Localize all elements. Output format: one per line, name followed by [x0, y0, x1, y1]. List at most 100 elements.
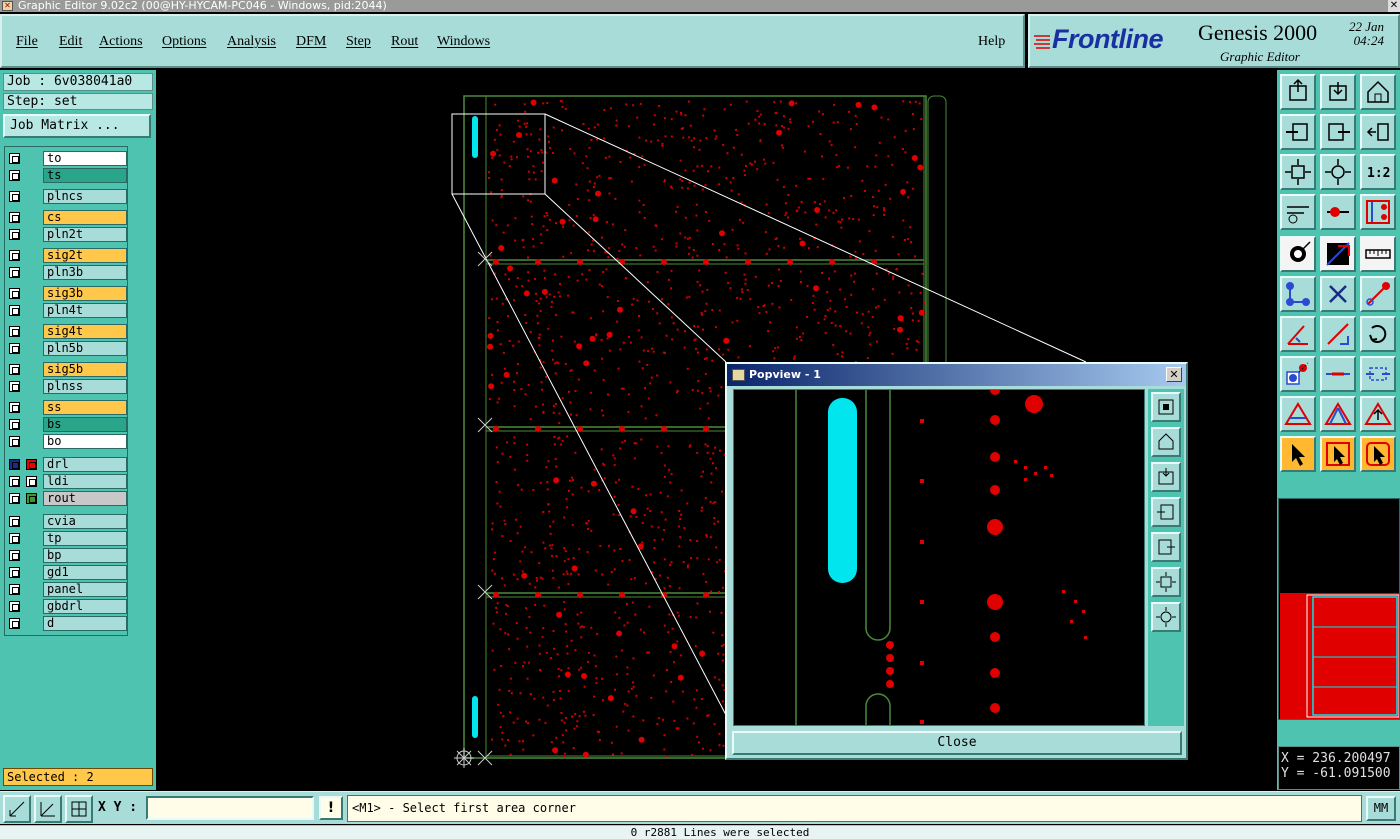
layer-name[interactable]: sig3b	[43, 286, 127, 301]
layer-visible-checkbox[interactable]	[9, 343, 20, 354]
zoom-right-icon[interactable]	[1320, 114, 1356, 150]
layer-visible-checkbox[interactable]	[9, 550, 20, 561]
angle-mode-icon[interactable]	[34, 795, 62, 823]
popview-close-icon[interactable]: ✕	[1166, 367, 1182, 382]
layer-visible-checkbox[interactable]	[9, 618, 20, 629]
dash-line-icon[interactable]	[1320, 356, 1356, 392]
layer-row-bp[interactable]: bp	[5, 548, 129, 563]
layer-visible-checkbox[interactable]	[9, 533, 20, 544]
layer-row-pln2t[interactable]: pln2t	[5, 227, 129, 242]
layer-visible-checkbox[interactable]	[9, 212, 20, 223]
layer-visible-checkbox[interactable]	[9, 381, 20, 392]
layer-row-cs[interactable]: cs	[5, 210, 129, 225]
pan-icon[interactable]	[1360, 114, 1396, 150]
layer-visible-checkbox[interactable]	[9, 419, 20, 430]
layer-name[interactable]: bs	[43, 417, 127, 432]
layer-row-panel[interactable]: panel	[5, 582, 129, 597]
layer-visible-checkbox[interactable]	[9, 267, 20, 278]
overview-minimap[interactable]	[1278, 498, 1400, 720]
layer-visible-checkbox[interactable]	[9, 305, 20, 316]
layer-visible-checkbox[interactable]	[9, 584, 20, 595]
profile-icon[interactable]	[1360, 194, 1396, 230]
layer-name[interactable]: cs	[43, 210, 127, 225]
popview-close-button[interactable]: Close	[732, 731, 1182, 755]
layer-name[interactable]: tp	[43, 531, 127, 546]
layer-name[interactable]: pln5b	[43, 341, 127, 356]
layer-name[interactable]: plnss	[43, 379, 127, 394]
layer-visible-checkbox[interactable]	[9, 601, 20, 612]
zoom-left-icon[interactable]	[1280, 114, 1316, 150]
popview-home-icon[interactable]	[1151, 427, 1181, 457]
layer-row-plnss[interactable]: plnss	[5, 379, 129, 394]
popview-zoom-left-icon[interactable]	[1151, 497, 1181, 527]
layer-row-tp[interactable]: tp	[5, 531, 129, 546]
layer-name[interactable]: sig2t	[43, 248, 127, 263]
pad-select-icon[interactable]	[1280, 356, 1316, 392]
popview-fit-icon[interactable]	[1151, 567, 1181, 597]
line-tool-icon[interactable]	[1320, 316, 1356, 352]
popview-zoom-icon[interactable]	[1151, 392, 1181, 422]
layer-name[interactable]: bo	[43, 434, 127, 449]
layer-row-to[interactable]: to	[5, 151, 129, 166]
layer-row-sig4t[interactable]: sig4t	[5, 324, 129, 339]
snap-mode-icon[interactable]	[3, 795, 31, 823]
message-alert-button[interactable]: !	[319, 796, 343, 820]
layer-name[interactable]: bp	[43, 548, 127, 563]
layer-affected-checkbox[interactable]	[26, 493, 37, 504]
layer-visible-checkbox[interactable]	[9, 229, 20, 240]
layer-visible-checkbox[interactable]	[9, 364, 20, 375]
layer-row-bo[interactable]: bo	[5, 434, 129, 449]
menu-actions[interactable]: Actions	[99, 34, 143, 50]
home-step-icon[interactable]	[1280, 74, 1316, 110]
select-box-icon[interactable]	[1320, 436, 1356, 472]
zoom-fit-icon[interactable]	[1280, 154, 1316, 190]
layer-row-bs[interactable]: bs	[5, 417, 129, 432]
peak-icon[interactable]	[1360, 396, 1396, 432]
angle-icon[interactable]	[1280, 316, 1316, 352]
layer-row-drl[interactable]: drl	[5, 457, 129, 472]
snap-icon[interactable]	[1320, 194, 1356, 230]
layer-name[interactable]: rout	[43, 491, 127, 506]
layer-visible-checkbox[interactable]	[9, 567, 20, 578]
arrow-up-triangle-icon[interactable]	[1320, 396, 1356, 432]
layer-name[interactable]: ss	[43, 400, 127, 415]
layer-visible-checkbox[interactable]	[9, 493, 20, 504]
layer-name[interactable]: drl	[43, 457, 127, 472]
layer-visible-checkbox[interactable]	[9, 191, 20, 202]
menu-dfm[interactable]: DFM	[296, 34, 326, 50]
home-icon[interactable]	[1360, 74, 1396, 110]
layer-visible-checkbox[interactable]	[9, 250, 20, 261]
job-matrix-button[interactable]: Job Matrix ...	[3, 114, 151, 138]
layer-visible-checkbox[interactable]	[9, 153, 20, 164]
ruler-icon[interactable]	[1360, 236, 1396, 272]
layer-visible-checkbox[interactable]	[9, 402, 20, 413]
menu-help[interactable]: Help	[978, 34, 1005, 50]
triangle-icon[interactable]	[1280, 396, 1316, 432]
layer-row-rout[interactable]: rout	[5, 491, 129, 506]
layer-affected-checkbox[interactable]	[26, 476, 37, 487]
scale-1-2-icon[interactable]: 1:2	[1360, 154, 1396, 190]
layer-name[interactable]: d	[43, 616, 127, 631]
layer-name[interactable]: pln2t	[43, 227, 127, 242]
layer-row-pln3b[interactable]: pln3b	[5, 265, 129, 280]
layer-name[interactable]: to	[43, 151, 127, 166]
cross-icon[interactable]	[1320, 276, 1356, 312]
layer-row-pln5b[interactable]: pln5b	[5, 341, 129, 356]
layer-row-d[interactable]: d	[5, 616, 129, 631]
layer-row-plncs[interactable]: plncs	[5, 189, 129, 204]
layer-row-gbdrl[interactable]: gbdrl	[5, 599, 129, 614]
layer-name[interactable]: ldi	[43, 474, 127, 489]
layer-name[interactable]: panel	[43, 582, 127, 597]
layer-name[interactable]: gd1	[43, 565, 127, 580]
menu-options[interactable]: Options	[162, 34, 206, 50]
layer-name[interactable]: cvia	[43, 514, 127, 529]
layer-visible-checkbox[interactable]	[9, 516, 20, 527]
layer-name[interactable]: ts	[43, 168, 127, 183]
open-step-icon[interactable]	[1320, 74, 1356, 110]
layer-row-ss[interactable]: ss	[5, 400, 129, 415]
layer-name[interactable]: gbdrl	[43, 599, 127, 614]
popview-canvas[interactable]	[733, 389, 1145, 726]
menu-edit[interactable]: Edit	[59, 34, 82, 50]
layer-row-pln4t[interactable]: pln4t	[5, 303, 129, 318]
select-net-icon[interactable]	[1360, 436, 1396, 472]
